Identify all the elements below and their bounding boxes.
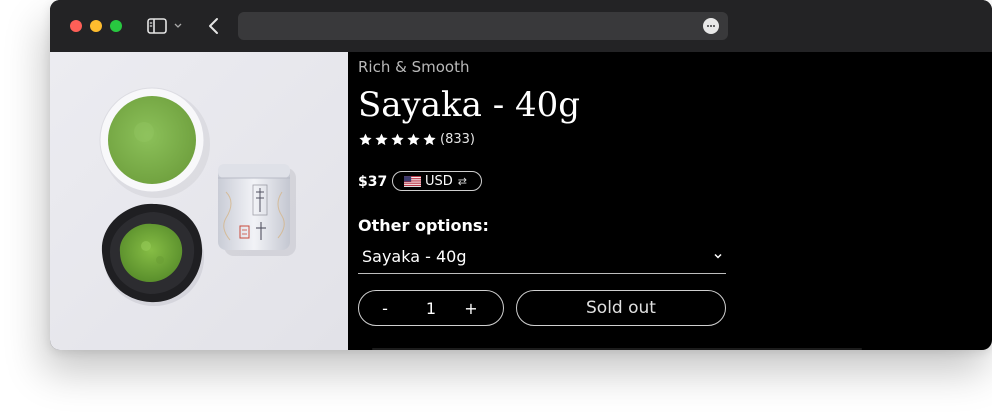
chevron-down-icon [714,253,722,259]
currency-label: USD [425,173,453,189]
browser-window: Rich & Smooth Sayaka - 40g (833) $37 USD… [50,0,992,350]
quantity-input[interactable]: 1 [417,299,445,318]
back-icon [209,18,218,34]
sidebar-toggle-button[interactable] [146,16,190,36]
minimize-window-button[interactable] [90,20,102,32]
product-subtitle: Rich & Smooth [358,58,470,76]
product-info: Rich & Smooth Sayaka - 40g (833) $37 USD… [358,52,958,350]
zoom-window-button[interactable] [110,20,122,32]
variant-select[interactable]: Sayaka - 40g [358,242,726,274]
star-icon [375,133,388,145]
product-title: Sayaka - 40g [358,85,581,125]
close-window-button[interactable] [70,20,82,32]
decrease-quantity-button[interactable]: - [375,299,395,318]
star-rating [358,132,437,147]
us-flag-icon [404,175,421,187]
star-icon [359,133,372,145]
sidebar-icon [147,18,182,34]
product-price: $37 [358,174,388,190]
more-icon[interactable] [703,18,719,34]
swap-icon: ⇄ [457,174,467,188]
selected-variant: Sayaka - 40g [362,247,467,266]
divider [372,348,862,350]
back-button[interactable] [206,16,222,36]
star-icon [423,133,436,145]
review-count[interactable]: (833) [440,132,475,147]
options-label: Other options: [358,216,489,235]
star-icon [407,133,420,145]
chevron-down-icon [174,23,182,28]
star-icon [391,133,404,145]
increase-quantity-button[interactable]: + [461,299,481,318]
title-bar [50,0,992,52]
address-bar[interactable] [238,12,728,40]
product-rating[interactable]: (833) [358,130,475,148]
product-image [50,52,348,350]
sold-out-button[interactable]: Sold out [516,290,726,326]
currency-selector[interactable]: USD ⇄ [392,171,482,191]
quantity-stepper: - 1 + [358,290,504,326]
